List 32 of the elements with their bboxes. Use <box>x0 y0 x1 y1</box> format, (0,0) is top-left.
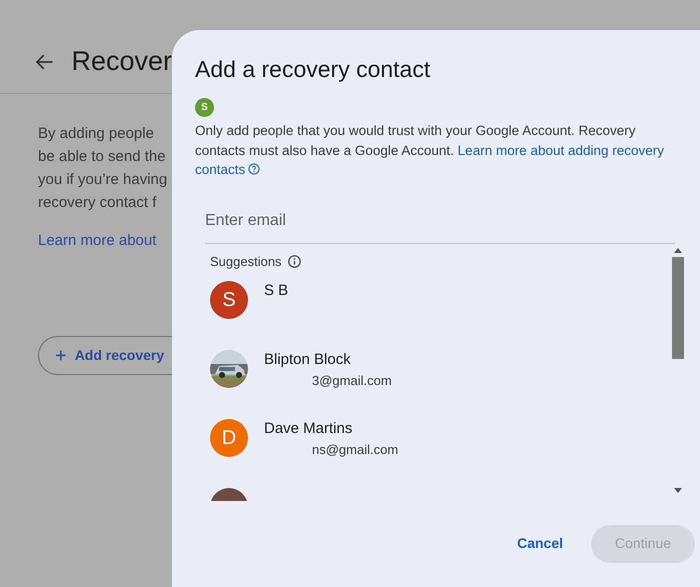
avatar-initial: D <box>222 426 236 451</box>
description-line: you if you’re having <box>38 170 168 190</box>
learn-more-link[interactable]: Learn more about adding recovery <box>458 142 664 158</box>
dialog-description: Only add people that you would trust with your Google Account. Recovery contacts must also have a Google Account. Learn more about adding recovery contacts <box>195 122 666 179</box>
info-icon[interactable] <box>288 254 301 268</box>
contact-name: Blipton Block <box>264 350 352 370</box>
scrollbar-thumb[interactable] <box>672 256 684 358</box>
description-line: recovery contact f <box>38 193 158 213</box>
help-icon[interactable] <box>248 163 260 175</box>
email-field[interactable]: Enter email <box>205 200 675 244</box>
contact-name: S B <box>264 281 288 301</box>
cancel-button[interactable]: Cancel <box>505 524 575 562</box>
contact-name: Dave Martins <box>264 419 354 439</box>
scroll-down-icon[interactable] <box>674 488 682 492</box>
contact-row[interactable]: D Dave Martins ns@gmail.com <box>205 409 671 478</box>
description-line: By adding people <box>38 124 155 144</box>
button-label: Add recovery <box>74 346 164 365</box>
scroll-up-icon[interactable] <box>674 248 682 252</box>
learn-more-link[interactable]: contacts <box>195 162 246 177</box>
contact-email: 3@gmail.com <box>311 372 392 390</box>
back-arrow-icon[interactable] <box>36 54 54 70</box>
account-initial: S <box>201 101 208 115</box>
learn-more-link[interactable]: Learn more about <box>38 229 172 252</box>
plus-icon: + <box>55 340 67 370</box>
contact-email: ns@gmail.com <box>311 441 398 459</box>
contact-row[interactable]: S S B <box>205 271 671 340</box>
description-line: be able to send the <box>38 147 167 167</box>
page-title: Recover <box>71 45 172 78</box>
avatar-initial: S <box>222 288 236 313</box>
dialog-title: Add a recovery contact <box>195 55 432 84</box>
contact-row[interactable]: Blipton Block 3@gmail.com <box>205 340 671 409</box>
suggestions-label: Suggestions <box>210 252 282 271</box>
